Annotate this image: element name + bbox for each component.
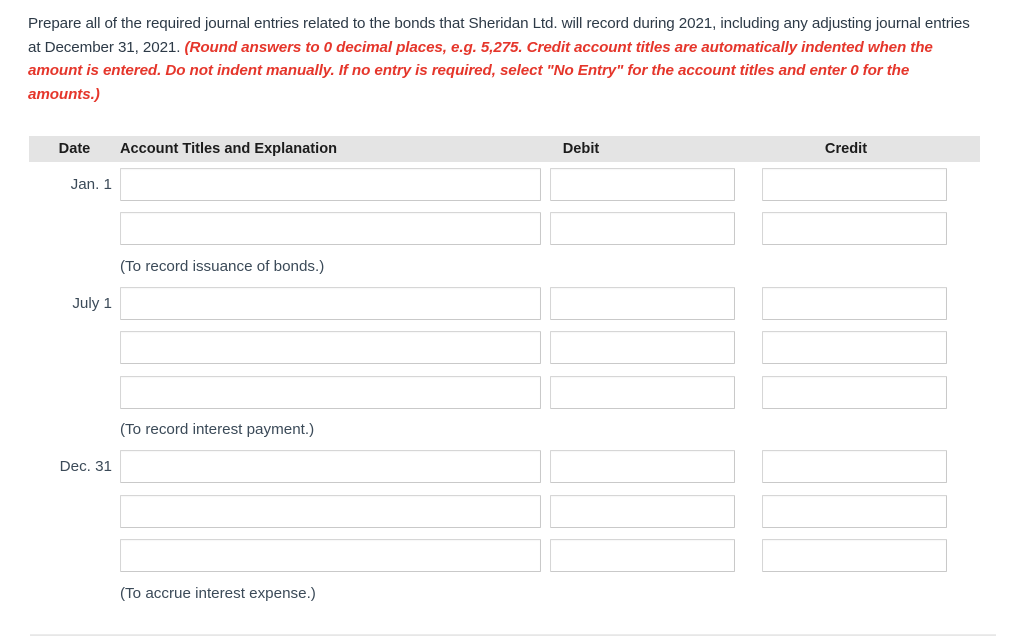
account-title-cell — [120, 494, 550, 528]
table-header-row: Date Account Titles and Explanation Debi… — [29, 136, 980, 162]
credit-cell — [762, 286, 974, 320]
account-title-input[interactable] — [120, 539, 541, 573]
debit-cell — [550, 494, 762, 528]
account-title-cell — [120, 212, 550, 246]
debit-cell — [550, 450, 762, 484]
debit-cell — [550, 375, 762, 409]
table-row: Jan. 1 — [29, 162, 980, 207]
column-header-credit: Credit — [824, 141, 868, 157]
debit-amount-input[interactable] — [550, 375, 735, 409]
table-row — [29, 489, 980, 534]
entry-memo-text: (To record interest payment.) — [120, 421, 315, 438]
credit-amount-input[interactable] — [762, 331, 947, 365]
journal-entry-table: Date Account Titles and Explanation Debi… — [29, 136, 980, 608]
account-title-input[interactable] — [120, 331, 541, 365]
debit-amount-input[interactable] — [550, 167, 735, 201]
column-header-date: Date — [58, 141, 91, 157]
account-title-cell — [120, 539, 550, 573]
account-title-cell — [120, 450, 550, 484]
credit-cell — [762, 539, 974, 573]
account-title-cell — [120, 331, 550, 365]
credit-amount-input[interactable] — [762, 539, 947, 573]
account-title-input[interactable] — [120, 375, 541, 409]
account-title-input[interactable] — [120, 212, 541, 246]
credit-amount-input[interactable] — [762, 286, 947, 320]
credit-amount-input[interactable] — [762, 212, 947, 246]
debit-cell — [550, 212, 762, 246]
account-title-cell — [120, 167, 550, 201]
memo-row: (To accrue interest expense.) — [29, 578, 980, 608]
memo-row: (To record interest payment.) — [29, 415, 980, 445]
table-row — [29, 370, 980, 415]
entry-date-label: Dec. 31 — [59, 458, 112, 476]
debit-cell — [550, 167, 762, 201]
table-row — [29, 326, 980, 371]
journal-entry-page: Prepare all of the required journal entr… — [0, 0, 1024, 642]
credit-cell — [762, 494, 974, 528]
credit-amount-input[interactable] — [762, 167, 947, 201]
credit-cell — [762, 331, 974, 365]
instructions-paragraph: Prepare all of the required journal entr… — [28, 12, 976, 106]
debit-amount-input[interactable] — [550, 494, 735, 528]
table-row: Dec. 31 — [29, 445, 980, 490]
account-title-input[interactable] — [120, 450, 541, 484]
entry-date-label: July 1 — [72, 294, 112, 312]
debit-amount-input[interactable] — [550, 212, 735, 246]
page-divider — [30, 634, 996, 636]
account-title-cell — [120, 375, 550, 409]
memo-row: (To record issuance of bonds.) — [29, 251, 980, 281]
table-row — [29, 534, 980, 579]
column-header-debit: Debit — [562, 141, 600, 157]
debit-amount-input[interactable] — [550, 450, 735, 484]
debit-amount-input[interactable] — [550, 331, 735, 365]
credit-amount-input[interactable] — [762, 494, 947, 528]
account-title-input[interactable] — [120, 494, 541, 528]
entry-date-label: Jan. 1 — [70, 175, 112, 193]
credit-cell — [762, 450, 974, 484]
account-title-cell — [120, 286, 550, 320]
debit-cell — [550, 331, 762, 365]
table-row — [29, 207, 980, 252]
credit-cell — [762, 212, 974, 246]
debit-amount-input[interactable] — [550, 286, 735, 320]
table-row: July 1 — [29, 281, 980, 326]
account-title-input[interactable] — [120, 286, 541, 320]
credit-cell — [762, 375, 974, 409]
account-title-input[interactable] — [120, 167, 541, 201]
debit-cell — [550, 539, 762, 573]
entry-memo-text: (To accrue interest expense.) — [120, 584, 316, 602]
debit-cell — [550, 286, 762, 320]
entry-memo-text: (To record issuance of bonds.) — [120, 257, 325, 275]
column-header-account-titles: Account Titles and Explanation — [120, 141, 338, 157]
credit-cell — [762, 167, 974, 201]
credit-amount-input[interactable] — [762, 450, 947, 484]
credit-amount-input[interactable] — [762, 375, 947, 409]
debit-amount-input[interactable] — [550, 539, 735, 573]
